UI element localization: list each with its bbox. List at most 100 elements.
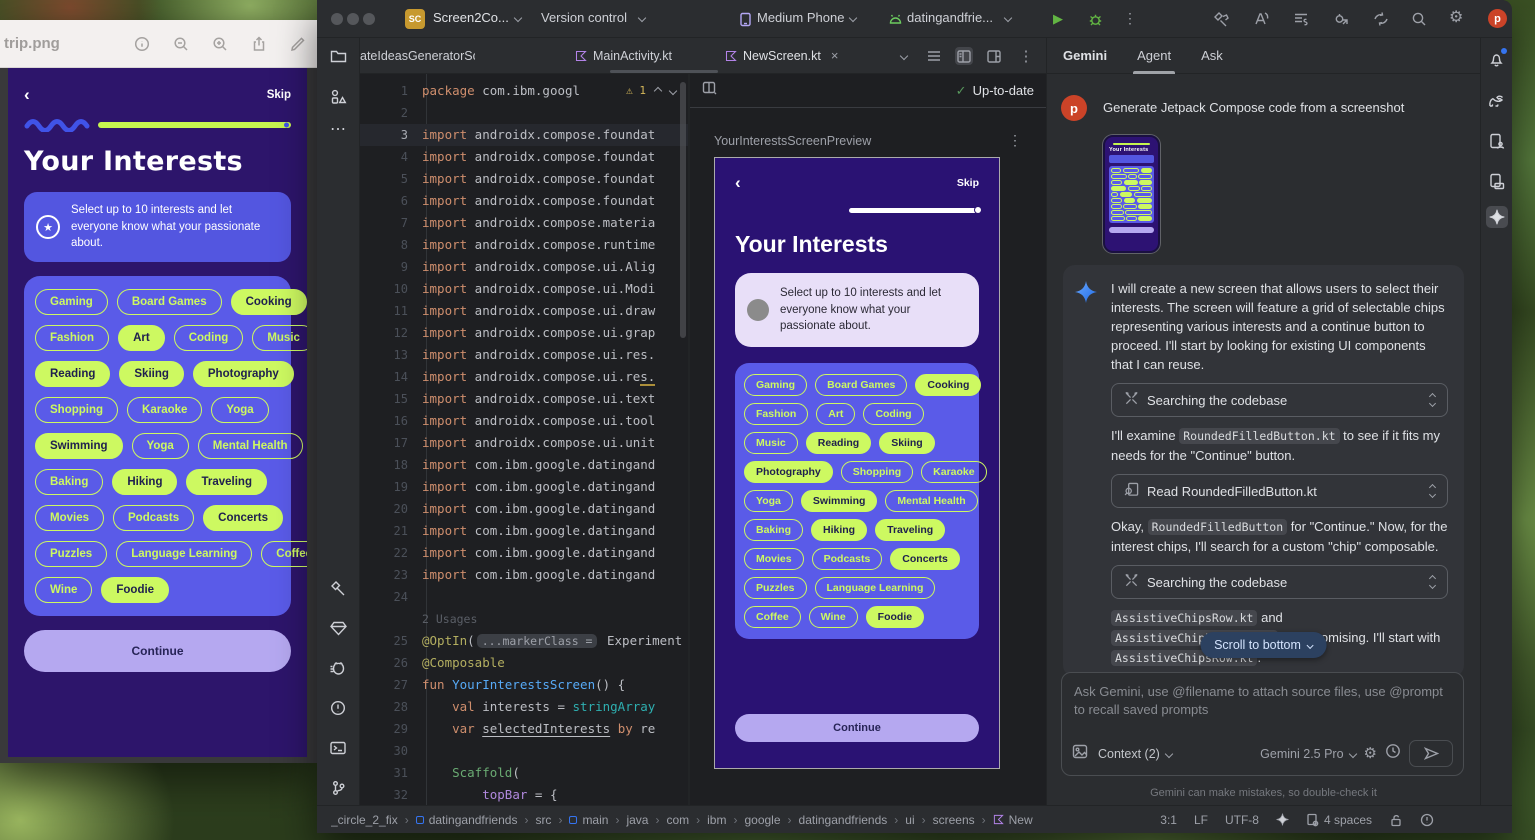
code-line[interactable]: 19import com.ibm.google.datingand: [360, 476, 688, 498]
encoding-indicator[interactable]: UTF-8: [1225, 813, 1259, 827]
markup-pencil-icon[interactable]: [289, 35, 307, 53]
share-icon[interactable]: [250, 35, 268, 53]
breadcrumb-item[interactable]: datingandfriends: [799, 813, 888, 827]
breadcrumb-item[interactable]: screens: [933, 813, 975, 827]
code-line[interactable]: 17import androidx.compose.ui.unit: [360, 432, 688, 454]
preview-window-titlebar[interactable]: trip.png: [0, 20, 317, 68]
code-line[interactable]: 21import com.ibm.google.datingand: [360, 520, 688, 542]
model-selector[interactable]: Gemini 2.5 Pro: [1260, 747, 1355, 761]
send-button[interactable]: [1409, 740, 1453, 767]
breadcrumb-item[interactable]: ibm: [707, 813, 726, 827]
code-line[interactable]: 6import androidx.compose.foundat: [360, 190, 688, 212]
tab-newscreen[interactable]: NewScreen.kt ×: [725, 38, 838, 73]
editor-list-icon[interactable]: [925, 47, 943, 65]
window-zoom-button[interactable]: [363, 13, 375, 25]
breadcrumb-item[interactable]: ui: [905, 813, 914, 827]
code-line[interactable]: 14import androidx.compose.ui.res.: [360, 366, 688, 388]
preview-menu-icon[interactable]: ⋮: [1008, 132, 1022, 149]
tool-call-card[interactable]: Searching the codebase: [1111, 383, 1448, 417]
code-line[interactable]: 27fun YourInterestsScreen() {: [360, 674, 688, 696]
window-minimize-button[interactable]: [347, 13, 359, 25]
code-line[interactable]: 30: [360, 740, 688, 762]
code-line[interactable]: 24: [360, 586, 688, 608]
user-avatar[interactable]: p: [1488, 9, 1507, 28]
project-folder-icon[interactable]: [328, 46, 348, 66]
project-selector[interactable]: Screen2Co...: [433, 10, 509, 25]
breadcrumb-item[interactable]: main: [569, 813, 608, 827]
todo-list-icon[interactable]: [1293, 11, 1309, 27]
tool-call-card[interactable]: Read RoundedFilledButton.kt: [1111, 474, 1448, 508]
code-editor[interactable]: 1package com.ibm.googl⚠ 123import androi…: [360, 74, 688, 805]
code-line[interactable]: 5import androidx.compose.foundat: [360, 168, 688, 190]
code-line[interactable]: 18import com.ibm.google.datingand: [360, 454, 688, 476]
device-manager-icon[interactable]: [1486, 170, 1508, 192]
gradle-elephant-icon[interactable]: [1486, 90, 1508, 112]
build-hammer-icon[interactable]: [328, 578, 348, 598]
project-icon[interactable]: SC: [405, 9, 425, 29]
attach-image-icon[interactable]: [1072, 744, 1088, 764]
code-line[interactable]: 9import androidx.compose.ui.Alig: [360, 256, 688, 278]
code-line[interactable]: 16import androidx.compose.ui.tool: [360, 410, 688, 432]
history-clock-icon[interactable]: [1385, 743, 1401, 764]
inspections-icon[interactable]: [1420, 813, 1434, 827]
code-line[interactable]: 4import androidx.compose.foundat: [360, 146, 688, 168]
tab-scrollbar[interactable]: [610, 70, 718, 73]
breadcrumb-item[interactable]: _circle_2_fix: [331, 813, 398, 827]
split-editor-icon[interactable]: [955, 47, 973, 65]
code-line[interactable]: 15import androidx.compose.ui.text: [360, 388, 688, 410]
code-line[interactable]: 11import androidx.compose.ui.draw: [360, 300, 688, 322]
code-line[interactable]: 7import androidx.compose.materia: [360, 212, 688, 234]
terminal-icon[interactable]: [328, 738, 348, 758]
code-line[interactable]: 2: [360, 102, 688, 124]
code-line[interactable]: 29 var selectedInterests by re: [360, 718, 688, 740]
zoom-in-icon[interactable]: [211, 35, 229, 53]
tool-call-card[interactable]: Searching the codebase: [1111, 565, 1448, 599]
more-tool-windows-icon[interactable]: ⋯: [328, 120, 348, 140]
search-icon[interactable]: [1411, 11, 1427, 27]
expander-icon[interactable]: [1430, 394, 1435, 406]
preview-composable-label[interactable]: YourInterestsScreenPreview: [714, 134, 871, 148]
window-close-button[interactable]: [331, 13, 343, 25]
device-selector[interactable]: Medium Phone: [757, 10, 844, 25]
sync-project-icon[interactable]: [1373, 11, 1389, 27]
code-line[interactable]: 31 Scaffold(: [360, 762, 688, 784]
info-icon[interactable]: [133, 35, 151, 53]
expander-icon[interactable]: [1430, 576, 1435, 588]
gemini-settings-icon[interactable]: ⚙: [1364, 746, 1377, 761]
code-line[interactable]: 13import androidx.compose.ui.res.: [360, 344, 688, 366]
settings-gear-icon[interactable]: ⚙: [1449, 10, 1463, 26]
code-line[interactable]: 12import androidx.compose.ui.grap: [360, 322, 688, 344]
caret-position[interactable]: 3:1: [1160, 813, 1177, 827]
code-line[interactable]: 10import androidx.compose.ui.Modi: [360, 278, 688, 300]
inspection-widget[interactable]: ⚠ 1: [626, 80, 676, 102]
breadcrumb-item[interactable]: google: [744, 813, 780, 827]
breadcrumb-item[interactable]: java: [626, 813, 648, 827]
code-line[interactable]: 25@OptIn(...markerClass = Experiment: [360, 630, 688, 652]
vcs-widget[interactable]: Version control: [541, 10, 627, 25]
logcat-icon[interactable]: [328, 658, 348, 678]
code-line[interactable]: 1package com.ibm.googl⚠ 1: [360, 80, 688, 102]
gemini-status-sparkle-icon[interactable]: [1276, 813, 1289, 826]
debug-button[interactable]: [1087, 11, 1103, 27]
running-devices-icon[interactable]: [1486, 130, 1508, 152]
code-line[interactable]: 22import com.ibm.google.datingand: [360, 542, 688, 564]
context-selector[interactable]: Context (2): [1098, 747, 1172, 761]
editor-more-icon[interactable]: ⋮: [1017, 47, 1035, 65]
more-run-options-icon[interactable]: ⋮: [1123, 11, 1137, 25]
tab-mainactivity[interactable]: MainActivity.kt: [575, 38, 672, 73]
code-line[interactable]: 3import androidx.compose.foundat: [360, 124, 688, 146]
preview-layout-mode-icon[interactable]: [702, 81, 717, 100]
attached-screenshot-thumbnail[interactable]: Your Interests: [1103, 135, 1160, 253]
tab-agent[interactable]: Agent: [1137, 38, 1171, 74]
version-control-icon[interactable]: [328, 778, 348, 798]
run-configuration-selector[interactable]: datingandfrie...: [907, 10, 993, 25]
breadcrumb-item[interactable]: datingandfriends: [416, 813, 518, 827]
zoom-out-icon[interactable]: [172, 35, 190, 53]
tab-dateideasgeneratorscreen[interactable]: ateIdeasGeneratorScreen.kt: [360, 38, 475, 73]
code-line[interactable]: 20import com.ibm.google.datingand: [360, 498, 688, 520]
lock-icon[interactable]: [1389, 813, 1403, 827]
usages-hint-row[interactable]: 2 Usages: [360, 608, 688, 630]
chevron-down-icon[interactable]: [900, 52, 908, 60]
preview-layout-icon[interactable]: [985, 47, 1003, 65]
code-line[interactable]: 8import androidx.compose.runtime: [360, 234, 688, 256]
